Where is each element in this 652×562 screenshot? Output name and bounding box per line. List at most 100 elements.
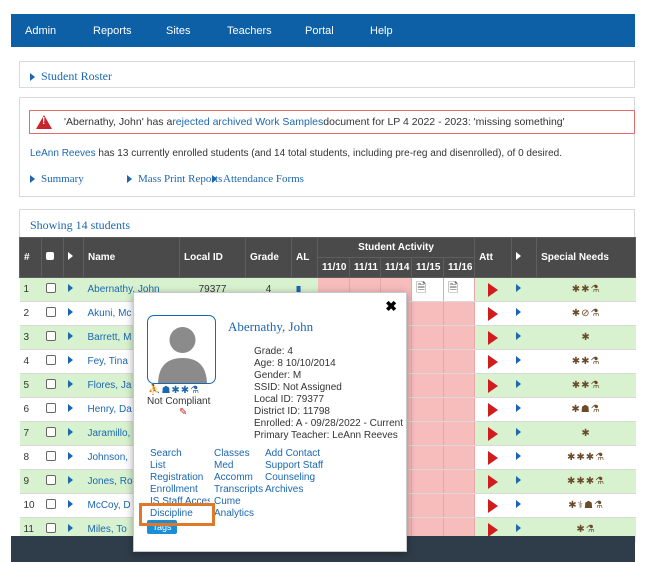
activity-cell[interactable]: [443, 469, 476, 494]
activity-cell[interactable]: [411, 421, 444, 446]
nav-teachers[interactable]: Teachers: [227, 25, 272, 37]
sn-expand[interactable]: [511, 493, 537, 518]
attendance-cell[interactable]: [474, 301, 512, 326]
link-add-contact[interactable]: Add Contact: [265, 448, 320, 460]
attendance-cell[interactable]: [474, 469, 512, 494]
link-transcripts[interactable]: Transcripts: [214, 484, 263, 496]
row-checkbox[interactable]: [41, 325, 64, 350]
alert-link[interactable]: rejected archived Work Samples: [172, 116, 323, 128]
link-cume[interactable]: Cume: [214, 496, 241, 508]
document-icon[interactable]: 🗎: [416, 280, 426, 295]
nav-sites[interactable]: Sites: [166, 25, 190, 37]
link-list[interactable]: List: [150, 460, 166, 472]
activity-cell[interactable]: [411, 493, 444, 518]
student-roster-link[interactable]: Student Roster: [41, 69, 112, 83]
play-icon[interactable]: [488, 522, 499, 537]
row-expand[interactable]: [63, 325, 84, 350]
activity-cell[interactable]: [411, 301, 444, 326]
col-al[interactable]: AL: [291, 237, 318, 278]
summary-link[interactable]: Summary: [41, 173, 84, 185]
activity-cell[interactable]: [443, 325, 476, 350]
activity-cell[interactable]: [443, 445, 476, 470]
link-med[interactable]: Med: [214, 460, 233, 472]
activity-cell[interactable]: [443, 349, 476, 374]
col-att[interactable]: Att: [474, 237, 513, 278]
row-checkbox[interactable]: [41, 277, 64, 302]
col-localid[interactable]: Local ID: [179, 237, 246, 278]
activity-cell[interactable]: [411, 445, 444, 470]
activity-cell[interactable]: [443, 397, 476, 422]
row-checkbox[interactable]: [41, 469, 64, 494]
activity-cell[interactable]: [443, 493, 476, 518]
nav-admin[interactable]: Admin: [25, 25, 56, 37]
row-checkbox[interactable]: [41, 493, 64, 518]
row-checkbox[interactable]: [41, 445, 64, 470]
play-icon[interactable]: [488, 474, 499, 489]
col-name[interactable]: Name: [83, 237, 180, 278]
sn-expand[interactable]: [511, 349, 537, 374]
row-expand[interactable]: [63, 445, 84, 470]
sn-expand[interactable]: [511, 373, 537, 398]
close-icon[interactable]: ✖: [385, 298, 397, 315]
col-grade[interactable]: Grade: [245, 237, 292, 278]
sn-expand[interactable]: [511, 421, 537, 446]
nav-reports[interactable]: Reports: [93, 25, 132, 37]
activity-cell[interactable]: [411, 325, 444, 350]
nav-help[interactable]: Help: [370, 25, 393, 37]
sn-expand[interactable]: [511, 469, 537, 494]
activity-cell[interactable]: [411, 469, 444, 494]
attendance-cell[interactable]: [474, 277, 512, 302]
attendance-cell[interactable]: [474, 373, 512, 398]
play-icon[interactable]: [488, 354, 499, 369]
document-icon[interactable]: 🗎: [448, 280, 458, 295]
row-checkbox[interactable]: [41, 373, 64, 398]
play-icon[interactable]: [488, 378, 499, 393]
attendance-cell[interactable]: [474, 445, 512, 470]
play-icon[interactable]: [488, 306, 499, 321]
row-expand[interactable]: [63, 349, 84, 374]
col-select[interactable]: [41, 237, 64, 278]
link-enrollment[interactable]: Enrollment: [150, 484, 198, 496]
play-icon[interactable]: [488, 450, 499, 465]
activity-cell[interactable]: 🗎: [443, 277, 476, 302]
attendance-cell[interactable]: [474, 493, 512, 518]
activity-cell[interactable]: [443, 421, 476, 446]
attendance-cell[interactable]: [474, 421, 512, 446]
play-icon[interactable]: [488, 330, 499, 345]
link-search[interactable]: Search: [150, 448, 182, 460]
row-checkbox[interactable]: [41, 301, 64, 326]
link-archives[interactable]: Archives: [265, 484, 303, 496]
activity-cell[interactable]: [443, 301, 476, 326]
row-expand[interactable]: [63, 397, 84, 422]
activity-cell[interactable]: [411, 397, 444, 422]
row-expand[interactable]: [63, 277, 84, 302]
col-sn-expand[interactable]: [511, 237, 538, 278]
activity-cell[interactable]: [443, 373, 476, 398]
mass-print-link[interactable]: Mass Print Reports: [138, 173, 222, 185]
row-expand[interactable]: [63, 469, 84, 494]
attendance-cell[interactable]: [474, 397, 512, 422]
row-expand[interactable]: [63, 301, 84, 326]
row-checkbox[interactable]: [41, 349, 64, 374]
student-name[interactable]: Abernathy, John: [228, 319, 313, 335]
link-registration[interactable]: Registration: [150, 472, 203, 484]
sn-expand[interactable]: [511, 301, 537, 326]
row-checkbox[interactable]: [41, 397, 64, 422]
sn-expand[interactable]: [511, 277, 537, 302]
activity-cell[interactable]: [411, 373, 444, 398]
row-expand[interactable]: [63, 421, 84, 446]
row-expand[interactable]: [63, 373, 84, 398]
sn-expand[interactable]: [511, 325, 537, 350]
attendance-forms-link[interactable]: Attendance Forms: [223, 173, 304, 185]
attendance-cell[interactable]: [474, 349, 512, 374]
link-analytics[interactable]: Analytics: [214, 508, 254, 520]
play-icon[interactable]: [488, 282, 499, 297]
col-special-needs[interactable]: Special Needs: [536, 237, 637, 278]
row-expand[interactable]: [63, 493, 84, 518]
sn-expand[interactable]: [511, 445, 537, 470]
link-accomm[interactable]: Accomm: [214, 472, 253, 484]
link-classes[interactable]: Classes: [214, 448, 250, 460]
play-icon[interactable]: [488, 402, 499, 417]
row-checkbox[interactable]: [41, 421, 64, 446]
activity-cell[interactable]: [411, 349, 444, 374]
